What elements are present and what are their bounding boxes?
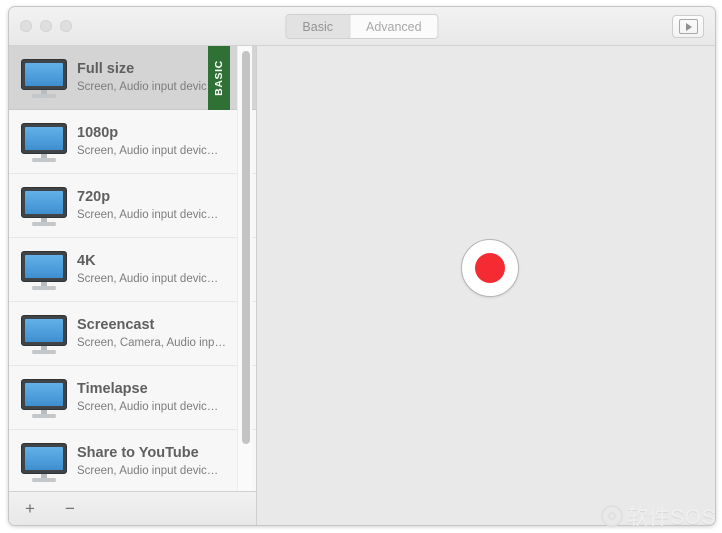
sidebar-scrollbar-thumb[interactable] bbox=[242, 51, 250, 444]
preset-row[interactable]: 720p Screen, Audio input devic… bbox=[9, 174, 256, 238]
main-panel bbox=[257, 46, 715, 525]
tab-basic[interactable]: Basic bbox=[286, 15, 349, 38]
monitor-icon bbox=[21, 441, 67, 483]
preset-text: 4K Screen, Audio input devic… bbox=[77, 252, 256, 288]
preset-subtitle: Screen, Audio input devic… bbox=[77, 144, 219, 157]
preset-title: 720p bbox=[77, 188, 111, 205]
preset-title: Share to YouTube bbox=[77, 444, 199, 461]
monitor-icon bbox=[21, 377, 67, 419]
minimize-button[interactable] bbox=[40, 20, 52, 32]
window-controls bbox=[20, 20, 72, 32]
monitor-icon bbox=[21, 121, 67, 163]
preset-row[interactable]: Share to YouTube Screen, Audio input devi… bbox=[9, 430, 256, 491]
screenshot-root: Basic Advanced Full size Screen, Audio in… bbox=[0, 0, 722, 533]
zoom-button[interactable] bbox=[60, 20, 72, 32]
mode-segmented-control[interactable]: Basic Advanced bbox=[285, 14, 439, 39]
preset-subtitle: Screen, Audio input devic… bbox=[77, 464, 219, 477]
monitor-icon bbox=[21, 313, 67, 355]
play-icon bbox=[678, 19, 698, 34]
preset-title: 1080p bbox=[77, 124, 119, 141]
presets-list[interactable]: Full size Screen, Audio input devic… BASIC… bbox=[9, 46, 256, 491]
add-preset-button[interactable]: + bbox=[19, 498, 41, 520]
preset-text: 720p Screen, Audio input devic… bbox=[77, 188, 256, 224]
app-window: Basic Advanced Full size Screen, Audio in… bbox=[8, 6, 716, 526]
preset-text: 1080p Screen, Audio input devic… bbox=[77, 124, 256, 160]
preset-subtitle: Screen, Audio input devic… bbox=[77, 272, 219, 285]
monitor-icon bbox=[21, 249, 67, 291]
preset-row[interactable]: Screencast Screen, Camera, Audio inp… bbox=[9, 302, 256, 366]
tab-advanced[interactable]: Advanced bbox=[348, 15, 438, 38]
preset-subtitle: Screen, Audio input devic… bbox=[77, 208, 219, 221]
window-content: Full size Screen, Audio input devic… BASIC… bbox=[9, 46, 715, 525]
preset-title: Screencast bbox=[77, 316, 155, 333]
sidebar-footer: + − bbox=[9, 491, 256, 525]
remove-preset-button[interactable]: − bbox=[59, 498, 81, 520]
record-button[interactable] bbox=[461, 239, 519, 297]
sidebar-scrollbar[interactable] bbox=[237, 46, 252, 491]
titlebar: Basic Advanced bbox=[9, 7, 715, 46]
preset-badge: BASIC bbox=[208, 46, 230, 110]
preset-title: 4K bbox=[77, 252, 96, 269]
preset-badge-label: BASIC bbox=[213, 60, 226, 96]
preset-subtitle: Screen, Audio input devic… bbox=[77, 400, 219, 413]
close-button[interactable] bbox=[20, 20, 32, 32]
preset-text: Screencast Screen, Camera, Audio inp… bbox=[77, 316, 256, 352]
preset-subtitle: Screen, Camera, Audio inp… bbox=[77, 336, 226, 349]
preset-row[interactable]: Full size Screen, Audio input devic… BASIC bbox=[9, 46, 256, 110]
record-dot-icon bbox=[475, 253, 505, 283]
preset-row[interactable]: 4K Screen, Audio input devic… bbox=[9, 238, 256, 302]
preset-row[interactable]: Timelapse Screen, Audio input devic… bbox=[9, 366, 256, 430]
preset-text: Share to YouTube Screen, Audio input devi… bbox=[77, 444, 256, 480]
presets-sidebar: Full size Screen, Audio input devic… BASIC… bbox=[9, 46, 257, 525]
monitor-icon bbox=[21, 185, 67, 227]
preset-title: Timelapse bbox=[77, 380, 148, 397]
play-preview-button[interactable] bbox=[672, 15, 704, 38]
monitor-icon bbox=[21, 57, 67, 99]
preset-row[interactable]: 1080p Screen, Audio input devic… bbox=[9, 110, 256, 174]
preset-text: Timelapse Screen, Audio input devic… bbox=[77, 380, 256, 416]
